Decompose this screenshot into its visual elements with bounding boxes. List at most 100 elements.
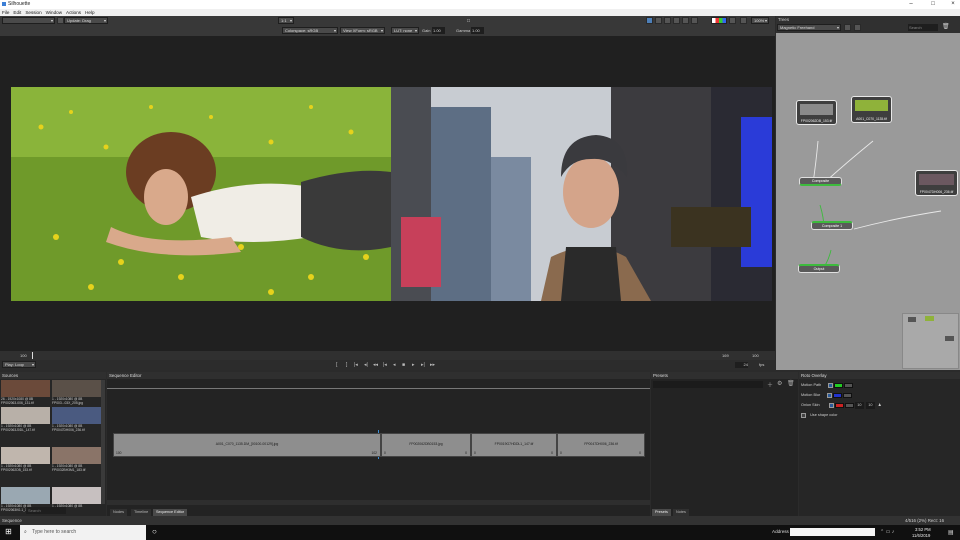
gain-field[interactable]: 1.00 [432, 27, 445, 34]
mask-icon[interactable] [664, 17, 671, 24]
use-shape-color-checkbox[interactable] [801, 412, 806, 418]
session-select[interactable] [2, 17, 55, 24]
source-node-1[interactable]: FP002062DB_153.tif [796, 100, 837, 125]
motion-path-checkbox[interactable] [828, 382, 834, 388]
onion-skin-color[interactable] [834, 402, 844, 408]
zebra-icon[interactable] [691, 17, 698, 24]
tab-sequence-editor[interactable]: Sequence Editor [153, 509, 188, 516]
lut-select[interactable]: LUT: none [391, 27, 419, 34]
step-fwd-icon[interactable]: ▸| [421, 362, 425, 368]
source-item[interactable]: 1 - 1920x1080 @ 8B FP002062DB_153.tif [1, 447, 50, 472]
prev-key-icon[interactable]: |◂ [354, 362, 358, 368]
tray-icons[interactable]: ⌃ ▭ ♪ [880, 529, 894, 535]
menu-edit[interactable]: Edit [13, 10, 21, 15]
guides-icon[interactable] [673, 17, 680, 24]
composite-1-node[interactable]: Composite 1 [811, 221, 853, 230]
step-back-icon[interactable]: ◂| [364, 362, 368, 368]
menu-file[interactable]: File [2, 10, 9, 15]
onion-after-field[interactable]: 10 [865, 402, 875, 409]
motion-blur-alt-color[interactable] [843, 392, 853, 398]
motion-blur-color[interactable] [833, 392, 843, 398]
presets-search-input[interactable] [653, 381, 763, 388]
maximize-icon[interactable]: □ [926, 0, 940, 9]
safe-area-icon[interactable] [682, 17, 689, 24]
play-icon[interactable]: ▸ [412, 362, 415, 368]
rewind-icon[interactable]: ◂◂ [373, 362, 378, 368]
onion-skin-checkbox[interactable] [828, 402, 834, 408]
in-point-icon[interactable]: [ [336, 362, 337, 368]
onion-settings-icon[interactable]: ♟ [878, 403, 881, 407]
update-mode-select[interactable]: Update: Drag [64, 17, 108, 24]
stop-icon[interactable]: ■ [402, 362, 405, 368]
menu-actions[interactable]: Actions [66, 10, 81, 15]
overlay-icon[interactable] [646, 17, 653, 24]
tab-nodes[interactable]: Nodes [110, 509, 127, 516]
close-icon[interactable]: × [946, 0, 960, 9]
channel-selector[interactable] [711, 17, 727, 24]
tab-timeline[interactable]: Timeline [131, 509, 152, 516]
preset-settings-icon[interactable]: ⚙ [777, 380, 782, 387]
sequence-clip[interactable]: FP0019G7HDDL1_147.tif 0 0 [471, 433, 557, 457]
address-input[interactable] [790, 528, 875, 536]
sequence-scrollbar[interactable] [107, 500, 650, 505]
output-node[interactable]: Output [798, 264, 840, 273]
sequence-clip[interactable]: FP0047DH006_236.tif 0 0 [557, 433, 645, 457]
menu-help[interactable]: Help [85, 10, 94, 15]
timeline-ruler[interactable]: 100 169 100 [0, 351, 775, 360]
play-back-icon[interactable]: ◂ [393, 362, 396, 368]
colorspace-select[interactable]: Colorspace: sRGB [282, 27, 338, 34]
onion-before-field[interactable]: 10 [854, 402, 864, 409]
viewer[interactable] [0, 36, 775, 351]
source-node-2[interactable]: A001_C070_1135.tif [851, 96, 892, 123]
sequence-clip[interactable]: A001_C070_1135.DM_[00100-00129].jpg 100 … [113, 433, 381, 457]
motion-blur-checkbox[interactable] [827, 392, 833, 398]
add-preset-icon[interactable]: ＋ [767, 380, 773, 389]
viewer-zoom-select[interactable]: 100% [751, 17, 769, 24]
fps-field[interactable]: 24 [735, 362, 748, 368]
tab-presets[interactable]: Presets [652, 509, 671, 516]
source-item[interactable]: 1 - 1920x1080 @ 8B FP0032BH3M1_183.tif [52, 447, 101, 472]
notifications-icon[interactable]: ▤ [948, 529, 954, 536]
minimize-icon[interactable]: – [904, 0, 918, 9]
windows-start-icon[interactable]: ⊞ [5, 528, 12, 536]
clock-time[interactable]: 3:52 PM [915, 527, 931, 532]
source-item[interactable]: 1 - 1920x1080 @ 8B [52, 487, 101, 508]
trash-icon[interactable]: 🗑 [942, 23, 950, 30]
jump-fwd-icon[interactable]: ▸▸ [430, 362, 435, 368]
taskbar-search-input[interactable]: Type here to search [20, 525, 146, 540]
tree-navigator[interactable] [902, 313, 959, 369]
playhead[interactable] [32, 352, 33, 359]
zoom-select[interactable]: 1:1 [278, 17, 294, 24]
menu-session[interactable]: Session [25, 10, 41, 15]
gamma-field[interactable]: 1.00 [471, 27, 484, 34]
fit-icon[interactable] [740, 17, 747, 24]
onion-skin-alt-color[interactable] [844, 402, 854, 408]
grid-icon[interactable] [655, 17, 662, 24]
source-item[interactable]: 1 - 1920x1080 @ 8B FP0047DH006_236.tif [52, 407, 101, 432]
tree-select[interactable]: Magnetic Freehand [777, 24, 841, 31]
jump-back-icon[interactable]: |◂ [383, 362, 387, 368]
motion-path-alt-color[interactable] [844, 382, 854, 388]
source-item[interactable]: 1 - 1920x1080 @ 8B FP002063J0DL_147.tif [1, 407, 50, 432]
new-tree-icon[interactable] [844, 24, 851, 31]
trees-search-input[interactable]: Search [908, 24, 938, 31]
lock-icon[interactable] [57, 17, 64, 24]
camera-icon[interactable]: ◘ [467, 18, 470, 24]
view-xform-select[interactable]: View XForm: sRGB [340, 27, 385, 34]
source-item[interactable]: 1 - 1920x1080 @ 8B FP003...03X_205.jpg [52, 380, 101, 405]
sequence-clip[interactable]: FP002062DB0153.jpg 0 0 [381, 433, 471, 457]
tree-menu-icon[interactable] [854, 24, 861, 31]
sources-scrollbar[interactable] [101, 380, 105, 504]
source-node-3[interactable]: FP0047DH006_236.tif [915, 170, 958, 196]
loop-mode-select[interactable]: Play: Loop [2, 361, 36, 368]
motion-path-color[interactable] [834, 382, 844, 388]
clock-date[interactable]: 11/6/2019 [912, 533, 930, 538]
out-point-icon[interactable]: ] [346, 362, 347, 368]
cortana-icon[interactable]: ○ [152, 527, 157, 536]
source-item[interactable]: 26 - 1920x1080 @ 8B FP002063-006_131.tif [1, 380, 50, 405]
composite-node[interactable]: Composite [799, 177, 842, 186]
delete-preset-icon[interactable]: 🗑 [787, 380, 795, 387]
sources-search-input[interactable]: Search [26, 507, 66, 514]
tab-notes[interactable]: Notes [673, 509, 689, 516]
menu-window[interactable]: Window [46, 10, 62, 15]
